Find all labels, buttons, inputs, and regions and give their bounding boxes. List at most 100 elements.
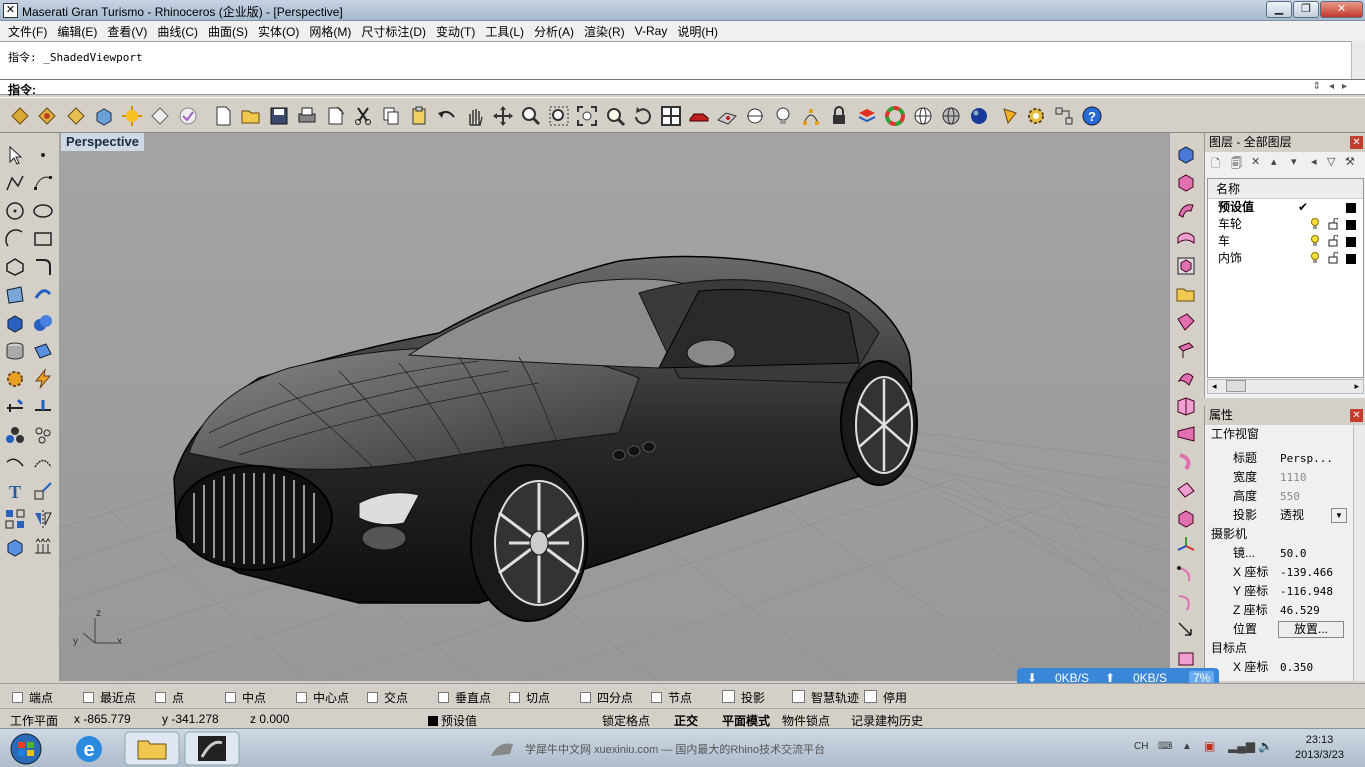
rectangle-icon[interactable] <box>32 228 54 250</box>
new-sublayer-icon[interactable]: 🗐 <box>1231 155 1242 174</box>
solid-box-icon[interactable] <box>4 312 26 334</box>
osnap-target-icon[interactable] <box>744 105 766 127</box>
ellipse-icon[interactable] <box>32 200 54 222</box>
volume-icon[interactable]: 🔈 <box>1258 739 1273 753</box>
color-wheel-icon[interactable] <box>884 105 906 127</box>
status-grid-snap[interactable]: 锁定格点 <box>602 712 650 729</box>
pan-hand-icon[interactable] <box>464 105 486 127</box>
osnap-intersection[interactable]: 交点 <box>367 689 408 706</box>
osnap-smarttrack[interactable]: 智慧轨迹 <box>792 689 859 706</box>
group-icon[interactable] <box>4 424 26 446</box>
extrude-face-icon[interactable] <box>1175 339 1197 361</box>
shaded-view-icon[interactable] <box>940 105 962 127</box>
grid-snap-icon[interactable] <box>32 536 54 558</box>
osnap-checkbox[interactable] <box>722 690 735 703</box>
move-arrow-icon[interactable] <box>1175 619 1197 641</box>
cube-pink-icon[interactable] <box>1175 507 1197 529</box>
rotate-view-icon[interactable] <box>492 105 514 127</box>
menu-help[interactable]: 说明(H) <box>672 23 723 40</box>
point-icon[interactable] <box>32 144 54 166</box>
lock-icon[interactable] <box>828 105 850 127</box>
properties-close-icon[interactable]: ✕ <box>1350 409 1363 422</box>
save-icon[interactable] <box>268 105 290 127</box>
rebuild-icon[interactable] <box>32 452 54 474</box>
layer-unlocked-icon[interactable] <box>1328 252 1338 264</box>
polygon-icon[interactable] <box>4 256 26 278</box>
curve-on-srf-icon[interactable] <box>1175 563 1197 585</box>
command-input[interactable] <box>46 80 1276 94</box>
mirror-icon[interactable] <box>32 508 54 530</box>
split-icon[interactable] <box>32 396 54 418</box>
prop-title-value[interactable]: Persp... <box>1280 449 1333 468</box>
delete-layer-icon[interactable]: ✕ <box>1251 155 1260 168</box>
menu-vray[interactable]: V-Ray <box>630 24 673 38</box>
osnap-checkbox[interactable] <box>296 692 307 703</box>
layer-color-swatch[interactable] <box>1346 237 1356 247</box>
extrude-surface-icon[interactable] <box>32 284 54 306</box>
print-icon[interactable] <box>296 105 318 127</box>
grouping-icon[interactable] <box>1053 105 1075 127</box>
menu-file[interactable]: 文件(F) <box>3 23 52 40</box>
select-object-icon[interactable] <box>65 105 87 127</box>
osnap-project[interactable]: 投影 <box>722 689 765 706</box>
osnap-quadrant[interactable]: 四分点 <box>580 689 633 706</box>
prop-cam-x-value[interactable]: -139.466 <box>1280 563 1333 582</box>
layer-visible-bulb-icon[interactable] <box>1310 252 1320 264</box>
array-icon[interactable] <box>4 508 26 530</box>
prop-lens-value[interactable]: 50.0 <box>1280 544 1307 563</box>
close-button[interactable]: ✕ <box>1320 1 1363 18</box>
move-parent-icon[interactable]: ◂ <box>1311 155 1317 168</box>
rail-revolve-icon[interactable] <box>1175 423 1197 445</box>
place-button[interactable]: 放置... <box>1278 621 1344 638</box>
menu-mesh[interactable]: 网格(M) <box>304 23 356 40</box>
cylinder-icon[interactable] <box>4 340 26 362</box>
select-layer-icon[interactable] <box>9 105 31 127</box>
menu-view[interactable]: 查看(V) <box>102 23 152 40</box>
osnap-checkbox[interactable] <box>83 692 94 703</box>
minimize-button[interactable]: ▁ <box>1266 1 1292 18</box>
layer-name-column-header[interactable]: 名称 <box>1208 179 1363 199</box>
box-solid-icon[interactable] <box>1175 143 1197 165</box>
cut-icon[interactable] <box>352 105 374 127</box>
system-clock[interactable]: 23:13 2013/3/23 <box>1295 733 1344 763</box>
shell-box-icon[interactable] <box>1175 255 1197 277</box>
check-icon[interactable] <box>177 105 199 127</box>
boolean-union-icon[interactable] <box>32 312 54 334</box>
properties-scrollbar[interactable] <box>1353 425 1365 681</box>
osnap-checkbox[interactable] <box>864 690 877 703</box>
text-icon[interactable]: T <box>4 480 26 502</box>
layer-unlocked-icon[interactable] <box>1328 235 1338 247</box>
osnap-checkbox[interactable] <box>155 692 166 703</box>
start-button-icon[interactable] <box>4 731 48 766</box>
layer-unlocked-icon[interactable] <box>1328 218 1338 230</box>
prop-projection-value[interactable]: 透视 <box>1280 506 1304 525</box>
undo-icon[interactable] <box>436 105 458 127</box>
block-icon[interactable] <box>4 536 26 558</box>
car-view-icon[interactable] <box>688 105 710 127</box>
osnap-checkbox[interactable] <box>12 692 23 703</box>
layer-visible-bulb-icon[interactable] <box>1310 235 1320 247</box>
layer-color-swatch[interactable] <box>1346 220 1356 230</box>
undo-view-icon[interactable] <box>632 105 654 127</box>
patch-icon[interactable] <box>1175 311 1197 333</box>
open-folder-icon[interactable] <box>240 105 262 127</box>
menu-tools[interactable]: 工具(L) <box>480 23 529 40</box>
layer-row-car[interactable]: 车 <box>1208 233 1363 250</box>
osnap-checkbox[interactable] <box>438 692 449 703</box>
menu-curve[interactable]: 曲线(C) <box>152 23 203 40</box>
prop-target-x-value[interactable]: 0.350 <box>1280 658 1313 677</box>
sweep-icon[interactable] <box>1175 199 1197 221</box>
tray-expand-icon[interactable]: ▲ <box>1182 741 1192 752</box>
move-up-icon[interactable]: ▴ <box>1271 155 1277 168</box>
rendered-view-icon[interactable] <box>968 105 990 127</box>
layer-row-interior[interactable]: 内饰 <box>1208 250 1363 267</box>
four-viewports-icon[interactable] <box>660 105 682 127</box>
osnap-knot[interactable]: 节点 <box>651 689 692 706</box>
command-nav-arrows[interactable]: ⇕◂▸ <box>1313 81 1355 92</box>
menu-dimension[interactable]: 尺寸标注(D) <box>356 23 431 40</box>
layer-color-swatch[interactable] <box>1346 254 1356 264</box>
layers-close-icon[interactable]: ✕ <box>1350 136 1363 149</box>
internet-explorer-icon[interactable]: e <box>65 731 113 766</box>
tools-icon[interactable]: ⚒ <box>1345 155 1355 168</box>
keyboard-icon[interactable]: ⌨ <box>1158 741 1172 752</box>
